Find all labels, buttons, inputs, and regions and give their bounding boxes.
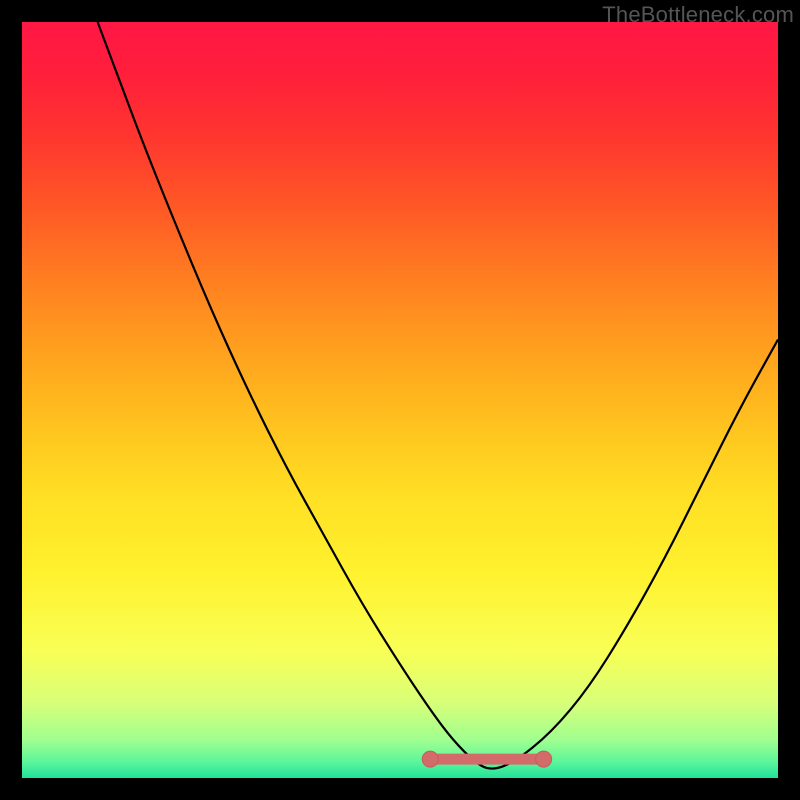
attribution-text: TheBottleneck.com [602,2,794,28]
bottleneck-chart [22,22,778,778]
optimal-region-end-marker [536,751,552,767]
chart-frame [22,22,778,778]
optimal-region-start-marker [422,751,438,767]
